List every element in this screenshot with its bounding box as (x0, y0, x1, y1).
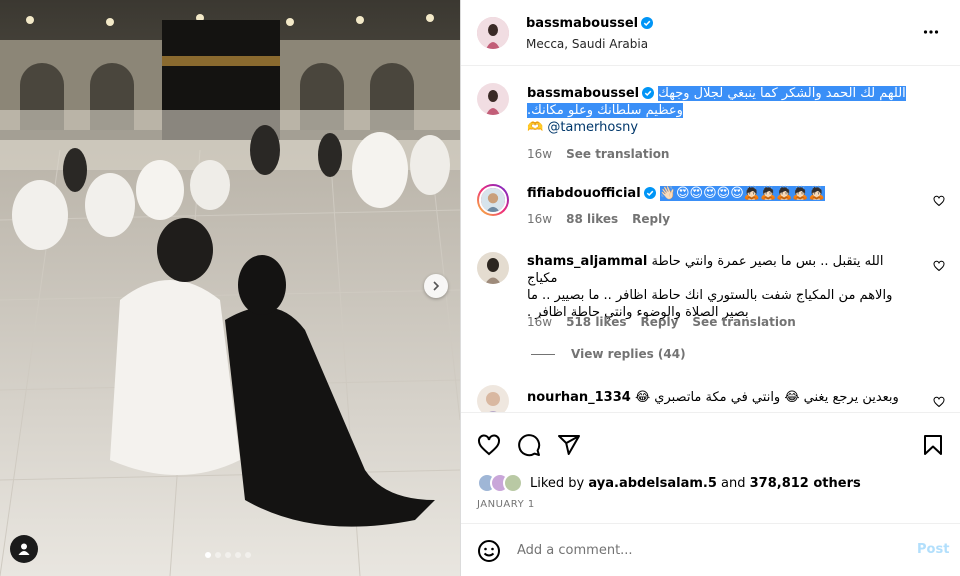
liked-by-prefix: Liked by (530, 475, 585, 491)
verified-icon (643, 187, 656, 199)
reply-button[interactable]: Reply (641, 315, 679, 329)
carousel-dot (235, 552, 241, 558)
comment-username[interactable]: nourhan_1334 (527, 390, 631, 405)
heart-hands-emoji: 🫶 (527, 120, 544, 135)
comment-input[interactable] (517, 540, 897, 560)
liked-by-text: Liked by aya.abdelsalam.5 and 378,812 ot… (530, 476, 861, 491)
comment-time[interactable]: 16w (527, 315, 552, 329)
avatar[interactable] (477, 385, 509, 412)
liked-by-and: and (721, 475, 746, 491)
tagged-users-button[interactable] (10, 535, 38, 563)
share-icon[interactable] (557, 433, 581, 457)
comments-list[interactable]: bassmaboussel اللهم لك الحمد والشكر كما … (461, 67, 960, 412)
verified-icon (641, 17, 654, 29)
author-username[interactable]: bassmaboussel (526, 16, 654, 31)
caption-username[interactable]: bassmaboussel (527, 86, 639, 101)
caption-meta: 16w See translation (527, 147, 669, 161)
reply-button[interactable]: Reply (632, 212, 670, 226)
view-replies-label: View replies (44) (571, 347, 686, 361)
avatar-image (477, 252, 509, 284)
likes-count[interactable]: 378,812 others (750, 476, 861, 491)
divider (531, 353, 555, 355)
instagram-post: bassmaboussel Mecca, Saudi Arabia bassma… (0, 0, 960, 576)
see-translation-button[interactable]: See translation (692, 315, 795, 329)
carousel-dot (225, 552, 231, 558)
comment-text: fifiabdouofficial 👋🏻😍😍😍😍😍🙇🏻🙇🏻🙇🏻🙇🏻🙇🏻 (527, 185, 917, 202)
comment-username[interactable]: fifiabdouofficial (527, 186, 641, 201)
next-slide-button[interactable] (424, 274, 448, 298)
avatar-image (477, 385, 509, 412)
comment-line-2: والاهم من المكياج شفت بالستوري انك حاطة … (527, 288, 893, 303)
avatar[interactable] (477, 252, 509, 284)
heart-icon[interactable] (933, 396, 945, 408)
post-panel: bassmaboussel Mecca, Saudi Arabia bassma… (460, 0, 960, 576)
comment-body: وبعدين يرجع يغني 😂 وانتي في مكة ماتصبري … (634, 390, 899, 405)
user-tag-icon (18, 543, 30, 555)
comment-username[interactable]: shams_aljammal (527, 254, 647, 269)
comment-text: nourhan_1334 وبعدين يرجع يغني 😂 وانتي في… (527, 389, 917, 406)
caption-time[interactable]: 16w (527, 147, 552, 161)
avatar-image (477, 83, 509, 115)
caption-line-1: اللهم لك الحمد والشكر كما ينبغي لجلال وج… (658, 86, 906, 101)
carousel-indicator (205, 552, 251, 558)
caption-text: bassmaboussel اللهم لك الحمد والشكر كما … (527, 85, 917, 136)
avatar[interactable] (503, 473, 523, 493)
post-header: bassmaboussel Mecca, Saudi Arabia (461, 0, 960, 66)
comment-meta: 16w 518 likes Reply See translation (527, 315, 796, 329)
mention-link[interactable]: @tamerhosny (547, 120, 638, 135)
post-actions: Liked by aya.abdelsalam.5 and 378,812 ot… (461, 412, 960, 537)
see-translation-button[interactable]: See translation (566, 147, 669, 161)
emoji-icon[interactable] (477, 539, 501, 563)
heart-icon[interactable] (477, 433, 501, 457)
heart-icon[interactable] (933, 195, 945, 207)
liked-by: Liked by aya.abdelsalam.5 and 378,812 ot… (477, 473, 861, 493)
avatar[interactable] (477, 17, 509, 49)
comment-icon[interactable] (517, 433, 541, 457)
comment-likes[interactable]: 88 likes (566, 212, 618, 226)
verified-icon (642, 87, 655, 99)
avatar[interactable] (477, 184, 509, 216)
add-comment-bar: Post (461, 523, 960, 576)
comment-likes[interactable]: 518 likes (566, 315, 626, 329)
post-date[interactable]: JANUARY 1 (477, 499, 535, 510)
post-location[interactable]: Mecca, Saudi Arabia (526, 37, 648, 51)
liked-by-user[interactable]: aya.abdelsalam.5 (588, 476, 716, 491)
more-icon[interactable] (923, 24, 939, 40)
avatar[interactable] (477, 83, 509, 115)
avatar-image (479, 186, 507, 214)
comment-meta: 16w 88 likes Reply (527, 212, 670, 226)
comment-text: shams_aljammal الله يتقبل .. بس ما بصير … (527, 253, 917, 321)
comment-time[interactable]: 16w (527, 212, 552, 226)
avatar-image (477, 17, 509, 49)
post-media[interactable] (0, 0, 460, 576)
chevron-right-icon (433, 281, 440, 291)
post-comment-button[interactable]: Post (917, 542, 949, 557)
heart-icon[interactable] (933, 260, 945, 272)
caption-line-2: وعظيم سلطانك وعلو مكانك. (527, 103, 683, 118)
post-photo (0, 0, 460, 576)
carousel-dot (215, 552, 221, 558)
comment-body: 👋🏻😍😍😍😍😍🙇🏻🙇🏻🙇🏻🙇🏻🙇🏻 (659, 186, 825, 201)
view-replies-button[interactable]: View replies (44) (531, 347, 686, 361)
carousel-dot (205, 552, 211, 558)
save-icon[interactable] (921, 433, 945, 457)
carousel-dot (245, 552, 251, 558)
